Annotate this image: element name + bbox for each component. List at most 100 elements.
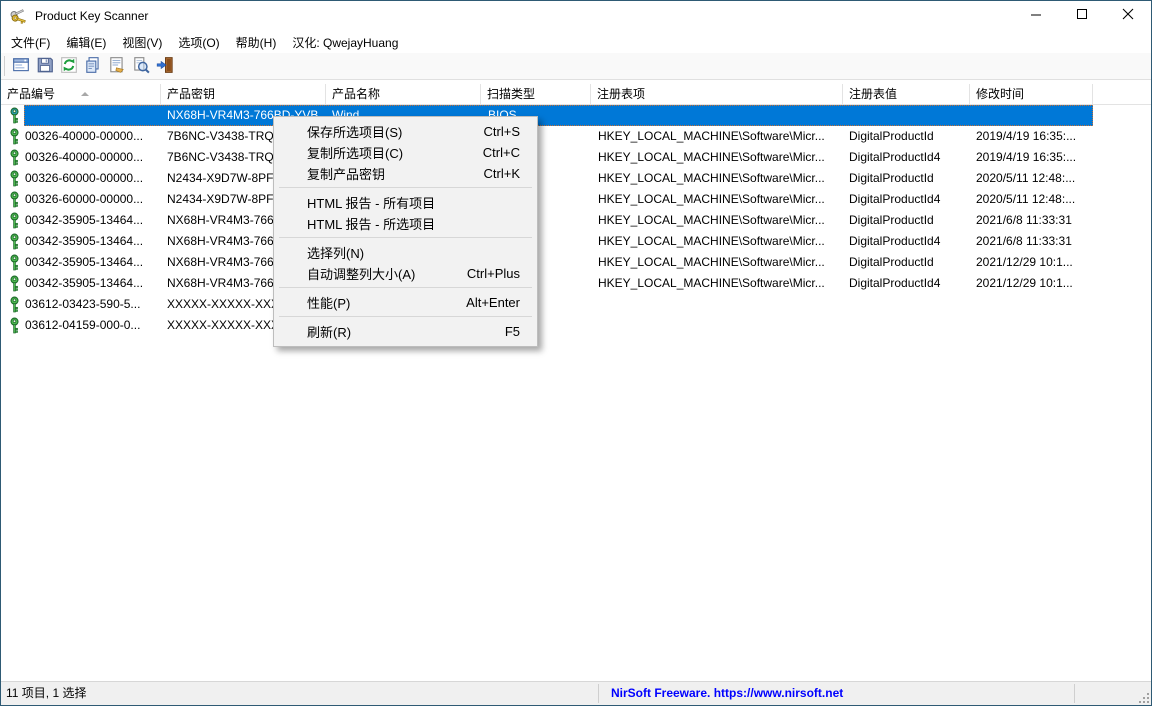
column-header-product_name[interactable]: 产品名称: [326, 84, 481, 104]
table-row[interactable]: 03612-04159-000-0...XXXXX-XXXXX-XXX: [1, 315, 1152, 336]
context-menu-label: HTML 报告 - 所有项目: [274, 193, 520, 212]
cell-registry_key: [598, 105, 843, 126]
resize-grip[interactable]: [1137, 691, 1149, 703]
find-icon: [132, 56, 150, 77]
cell-registry_key: HKEY_LOCAL_MACHINE\Software\Micr...: [598, 126, 843, 147]
status-items-count: 11 项目, 1 选择: [6, 682, 86, 705]
cell-modified_time: 2019/4/19 16:35:...: [976, 147, 1093, 168]
cell-registry_key: [598, 294, 843, 315]
cell-registry_key: HKEY_LOCAL_MACHINE\Software\Micr...: [598, 210, 843, 231]
cell-registry_value: [849, 294, 970, 315]
column-header-label: 注册表值: [849, 87, 897, 101]
key-icon: [8, 170, 21, 190]
menu-item-0[interactable]: 文件(F): [3, 31, 58, 54]
menu-item-1[interactable]: 编辑(E): [58, 31, 114, 54]
key-icon: [8, 149, 21, 169]
toolbar-gripper: [4, 56, 5, 76]
copy-button[interactable]: [81, 54, 105, 78]
table-row[interactable]: 00326-60000-00000...N2434-X9D7W-8PFHKEY_…: [1, 189, 1152, 210]
table-row[interactable]: 00342-35905-13464...NX68H-VR4M3-766HKEY_…: [1, 210, 1152, 231]
context-menu-item-8[interactable]: 刷新(R)F5: [274, 321, 537, 342]
maximize-button[interactable]: [1059, 1, 1105, 30]
table-row[interactable]: NX68H-VR4M3-766BD-YVBWindBIOS: [1, 105, 1152, 126]
cell-registry_key: HKEY_LOCAL_MACHINE\Software\Micr...: [598, 273, 843, 294]
key-icon: [8, 275, 21, 295]
context-menu-label: 刷新(R): [274, 322, 505, 341]
cell-product_id: 00326-40000-00000...: [25, 126, 161, 147]
key-icon: [8, 317, 21, 337]
cell-product_id: 03612-03423-590-5...: [25, 294, 161, 315]
column-header-scan_type[interactable]: 扫描类型: [481, 84, 591, 104]
table-row[interactable]: 00342-35905-13464...NX68H-VR4M3-766HKEY_…: [1, 273, 1152, 294]
column-header-label: 产品密钥: [167, 87, 215, 101]
close-icon: [1105, 0, 1151, 32]
cell-registry_value: DigitalProductId: [849, 210, 970, 231]
context-menu-shortcut: Ctrl+C: [483, 145, 537, 160]
exit-icon: [156, 56, 174, 77]
context-menu-item-3[interactable]: HTML 报告 - 所有项目: [274, 192, 537, 213]
menu-item-3[interactable]: 选项(O): [170, 31, 227, 54]
nirsoft-link[interactable]: NirSoft Freeware. https://www.nirsoft.ne…: [611, 682, 843, 705]
context-menu-item-5[interactable]: 选择列(N): [274, 242, 537, 263]
key-icon: [8, 233, 21, 253]
status-divider: [598, 684, 599, 703]
refresh-button[interactable]: [57, 54, 81, 78]
column-header-product_key[interactable]: 产品密钥: [161, 84, 326, 104]
cell-modified_time: 2019/4/19 16:35:...: [976, 126, 1093, 147]
menu-item-4[interactable]: 帮助(H): [228, 31, 285, 54]
context-menu-label: HTML 报告 - 所选项目: [274, 214, 520, 233]
menu-item-2[interactable]: 视图(V): [114, 31, 170, 54]
table-row[interactable]: 03612-03423-590-5...XXXXX-XXXXX-XXX: [1, 294, 1152, 315]
cell-product_id: 00326-60000-00000...: [25, 168, 161, 189]
table-row[interactable]: 00342-35905-13464...NX68H-VR4M3-766HKEY_…: [1, 252, 1152, 273]
cell-modified_time: 2021/12/29 10:1...: [976, 273, 1093, 294]
context-menu-item-7[interactable]: 性能(P)Alt+Enter: [274, 292, 537, 313]
cell-modified_time: 2020/5/11 12:48:...: [976, 189, 1093, 210]
column-header-product_id[interactable]: 产品编号: [1, 84, 161, 104]
minimize-button[interactable]: [1013, 1, 1059, 30]
cell-registry_value: [849, 315, 970, 336]
key-icon: [8, 254, 21, 274]
column-header-registry_value[interactable]: 注册表值: [843, 84, 970, 104]
context-menu-separator: [279, 287, 532, 288]
cell-product_id: 00342-35905-13464...: [25, 252, 161, 273]
cell-product_id: 03612-04159-000-0...: [25, 315, 161, 336]
table-row[interactable]: 00326-60000-00000...N2434-X9D7W-8PFHKEY_…: [1, 168, 1152, 189]
app-keys-icon: [10, 8, 27, 25]
context-menu-item-0[interactable]: 保存所选项目(S)Ctrl+S: [274, 121, 537, 142]
properties-icon: [108, 56, 126, 77]
report-window-icon: [12, 56, 30, 77]
properties-button[interactable]: [105, 54, 129, 78]
context-menu-item-2[interactable]: 复制产品密钥Ctrl+K: [274, 163, 537, 184]
save-icon: [36, 56, 54, 77]
report-window-button[interactable]: [9, 54, 33, 78]
table-header: 产品编号产品密钥 产品名称扫描类型注册表项注册表值 修改时间: [1, 84, 1152, 105]
table-body: NX68H-VR4M3-766BD-YVBWindBIOS00326-40000…: [1, 105, 1152, 681]
status-divider: [1074, 684, 1075, 703]
cell-registry_value: DigitalProductId: [849, 126, 970, 147]
close-button[interactable]: [1105, 1, 1151, 30]
column-header-modified_time[interactable]: 修改时间: [970, 84, 1093, 104]
cell-modified_time: 2020/5/11 12:48:...: [976, 168, 1093, 189]
cell-registry_value: DigitalProductId4: [849, 231, 970, 252]
context-menu-label: 性能(P): [274, 293, 466, 312]
table-row[interactable]: 00326-40000-00000...7B6NC-V3438-TRQHKEY_…: [1, 147, 1152, 168]
save-button[interactable]: [33, 54, 57, 78]
exit-button[interactable]: [153, 54, 177, 78]
context-menu-item-4[interactable]: HTML 报告 - 所选项目: [274, 213, 537, 234]
menu-item-5[interactable]: 汉化: QwejayHuang: [284, 31, 406, 54]
cell-product_id: 00326-40000-00000...: [25, 147, 161, 168]
context-menu-item-1[interactable]: 复制所选项目(C)Ctrl+C: [274, 142, 537, 163]
cell-modified_time: [976, 315, 1093, 336]
menu-bar: 文件(F)编辑(E)视图(V)选项(O)帮助(H)汉化: QwejayHuang: [1, 31, 1151, 53]
find-button[interactable]: [129, 54, 153, 78]
cell-registry_key: HKEY_LOCAL_MACHINE\Software\Micr...: [598, 252, 843, 273]
cell-registry_value: DigitalProductId4: [849, 189, 970, 210]
table-row[interactable]: 00326-40000-00000...7B6NC-V3438-TRQHKEY_…: [1, 126, 1152, 147]
table-row[interactable]: 00342-35905-13464...NX68H-VR4M3-766HKEY_…: [1, 231, 1152, 252]
column-header-registry_key[interactable]: 注册表项: [591, 84, 843, 104]
context-menu-shortcut: Ctrl+Plus: [467, 266, 537, 281]
context-menu-item-6[interactable]: 自动调整列大小(A)Ctrl+Plus: [274, 263, 537, 284]
context-menu-label: 自动调整列大小(A): [274, 264, 467, 283]
cell-registry_key: HKEY_LOCAL_MACHINE\Software\Micr...: [598, 168, 843, 189]
